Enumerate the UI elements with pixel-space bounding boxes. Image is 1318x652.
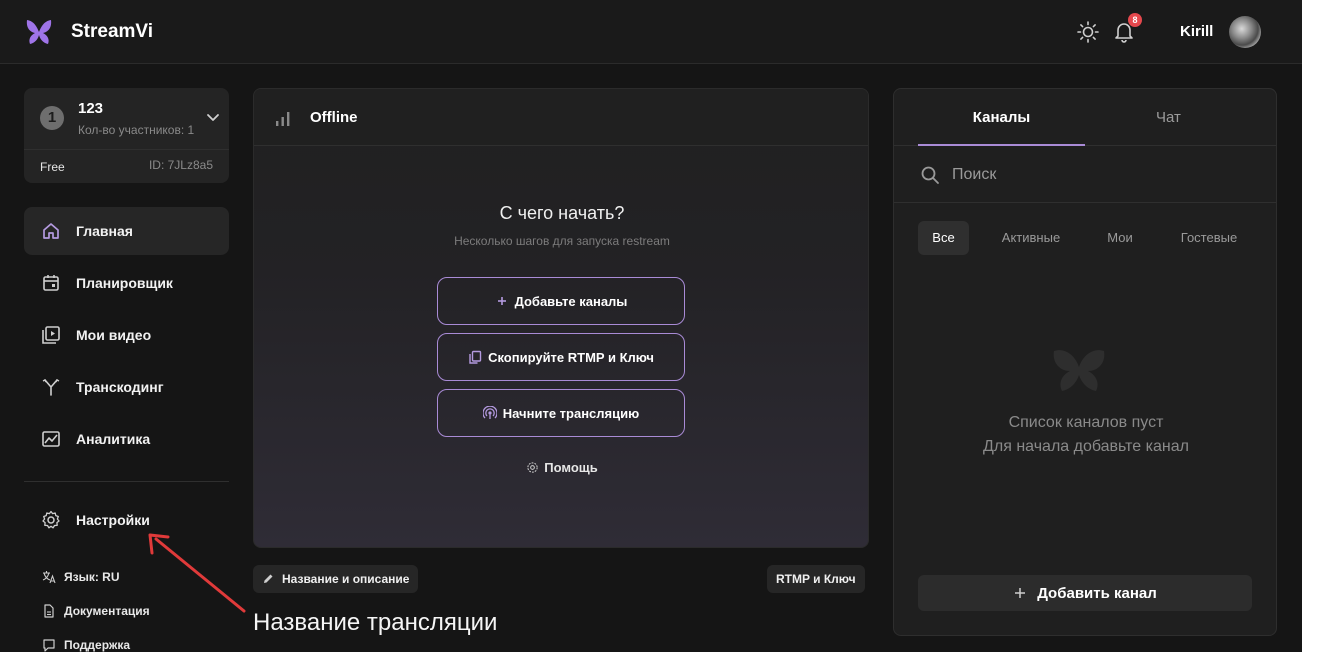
rtmp-key-button[interactable]: RTMP и Ключ	[767, 565, 865, 593]
plus-icon	[1015, 588, 1026, 598]
annotation-arrow-icon	[148, 533, 246, 613]
filter-all[interactable]: Все	[918, 221, 969, 255]
empty-state-subtitle: Для начала добавьте канал	[983, 438, 1189, 455]
broadcast-icon	[482, 406, 497, 419]
sidebar-item-label: Транскодинг	[76, 379, 164, 395]
add-channel-button[interactable]: Добавить канал	[918, 575, 1252, 611]
add-channels-button[interactable]: Добавьте каналы	[437, 277, 685, 325]
plus-icon	[497, 297, 506, 305]
help-link[interactable]: Помощь	[254, 460, 868, 475]
documentation-label: Документация	[64, 604, 150, 618]
sun-icon[interactable]	[1077, 21, 1099, 43]
logo-icon[interactable]	[24, 18, 54, 46]
sidebar-item-analytics[interactable]: Аналитика	[24, 415, 229, 463]
copy-rtmp-key-button[interactable]: Скопируйте RTMP и Ключ	[437, 333, 685, 381]
project-id: ID: 7JLz8a5	[148, 158, 213, 172]
sidebar-item-scheduler[interactable]: Планировщик	[24, 259, 229, 307]
add-channel-label: Добавить канал	[1037, 584, 1157, 602]
sidebar-item-label: Настройки	[76, 512, 150, 528]
tab-channels[interactable]: Каналы	[918, 89, 1085, 146]
avatar[interactable]	[1229, 16, 1261, 48]
app-window: StreamVi 8 Kirill 1 123 Кол-во участнико…	[0, 0, 1302, 652]
search-icon	[921, 166, 939, 184]
filter-mine[interactable]: Мои	[1093, 221, 1147, 255]
empty-state-title: Список каналов пуст	[1008, 414, 1164, 431]
start-broadcast-button[interactable]: Начните трансляцию	[437, 389, 685, 437]
language-label: Язык: RU	[64, 570, 120, 584]
stream-status-bar: Offline	[254, 89, 868, 146]
channels-panel: Каналы Чат Все Активные Мои Гостевые Спи…	[893, 88, 1277, 636]
channels-chat-tabs: Каналы Чат	[894, 89, 1276, 146]
chat-icon	[43, 639, 55, 652]
project-number-badge: 1	[40, 106, 64, 130]
translate-icon	[42, 571, 56, 584]
plan-label: Free	[40, 160, 65, 174]
brand-name[interactable]: StreamVi	[71, 21, 153, 43]
gear-icon	[42, 510, 60, 529]
copy-icon	[469, 350, 482, 364]
home-icon	[43, 223, 59, 239]
sidebar-item-transcoding[interactable]: Транскодинг	[24, 363, 229, 411]
support-label: Поддержка	[64, 638, 131, 652]
calendar-icon	[43, 275, 59, 291]
top-header: StreamVi 8 Kirill	[0, 0, 1302, 64]
gear-icon	[527, 462, 538, 473]
start-broadcast-label: Начните трансляцию	[502, 405, 640, 421]
username[interactable]: Kirill	[1180, 23, 1213, 40]
document-icon	[44, 604, 54, 618]
sidebar-divider	[24, 481, 229, 482]
notification-badge: 8	[1128, 13, 1142, 27]
signal-icon	[276, 112, 290, 126]
add-channels-label: Добавьте каналы	[514, 293, 628, 309]
getting-started-title: С чего начать?	[499, 203, 625, 223]
project-selector[interactable]: 1 123 Кол-во участников: 1 Free ID: 7JLz…	[24, 88, 229, 183]
transcoding-icon	[42, 379, 60, 396]
project-name: 123	[78, 100, 104, 117]
help-label: Помощь	[544, 460, 598, 475]
sidebar-item-label: Планировщик	[76, 275, 173, 291]
stream-preview-panel: Offline С чего начать? Несколько шагов д…	[253, 88, 869, 548]
sidebar-item-my-videos[interactable]: Мои видео	[24, 311, 229, 359]
title-description-button[interactable]: Название и описание	[253, 565, 419, 593]
pencil-icon	[264, 574, 273, 583]
search-input[interactable]	[952, 160, 1252, 190]
tab-chat[interactable]: Чат	[1085, 89, 1252, 146]
analytics-icon	[42, 431, 60, 447]
copy-rtmp-key-label: Скопируйте RTMP и Ключ	[488, 349, 654, 365]
project-info: 1 123 Кол-во участников: 1	[24, 88, 229, 150]
empty-state-logo-icon	[1053, 350, 1105, 391]
title-description-label: Название и описание	[282, 572, 410, 586]
sidebar-item-label: Мои видео	[76, 327, 152, 343]
filter-guest[interactable]: Гостевые	[1167, 221, 1251, 255]
rtmp-key-label: RTMP и Ключ	[776, 572, 856, 586]
stream-title-heading: Название трансляции	[253, 609, 498, 636]
video-library-icon	[42, 326, 60, 344]
chevron-down-icon[interactable]	[206, 110, 220, 124]
stream-status: Offline	[310, 109, 358, 126]
project-members: Кол-во участников: 1	[78, 123, 195, 137]
sidebar-item-home[interactable]: Главная	[24, 207, 229, 255]
sidebar-item-label: Главная	[76, 223, 133, 239]
getting-started-subtitle: Несколько шагов для запуска restream	[454, 234, 670, 248]
channel-search	[894, 146, 1276, 203]
filter-active[interactable]: Активные	[989, 221, 1073, 255]
sidebar-item-label: Аналитика	[76, 431, 151, 447]
